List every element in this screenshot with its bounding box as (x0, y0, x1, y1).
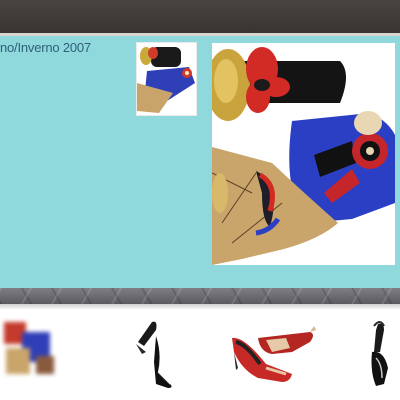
carousel-item-3[interactable] (226, 312, 318, 394)
black-heel-shoe-image (118, 312, 194, 394)
collection-panel: no/Inverno 2007 (0, 36, 400, 288)
shoe-main-photo-image (212, 43, 395, 265)
black-slingback-shoe-image (354, 312, 400, 394)
red-pump-shoe-image (226, 312, 318, 394)
blurred-shoe-image (0, 312, 64, 394)
shoe-thumbnail-image (137, 43, 196, 115)
strip-shadow (0, 304, 400, 310)
decorative-strip (0, 288, 400, 304)
collection-title: no/Inverno 2007 (0, 40, 91, 55)
carousel-item-1[interactable] (0, 312, 64, 394)
shoe-thumbnail[interactable] (136, 42, 197, 116)
carousel-item-2[interactable] (118, 312, 194, 394)
shoe-main-photo[interactable] (212, 43, 395, 265)
carousel-item-4[interactable] (354, 312, 400, 394)
top-header-bar (0, 0, 400, 33)
